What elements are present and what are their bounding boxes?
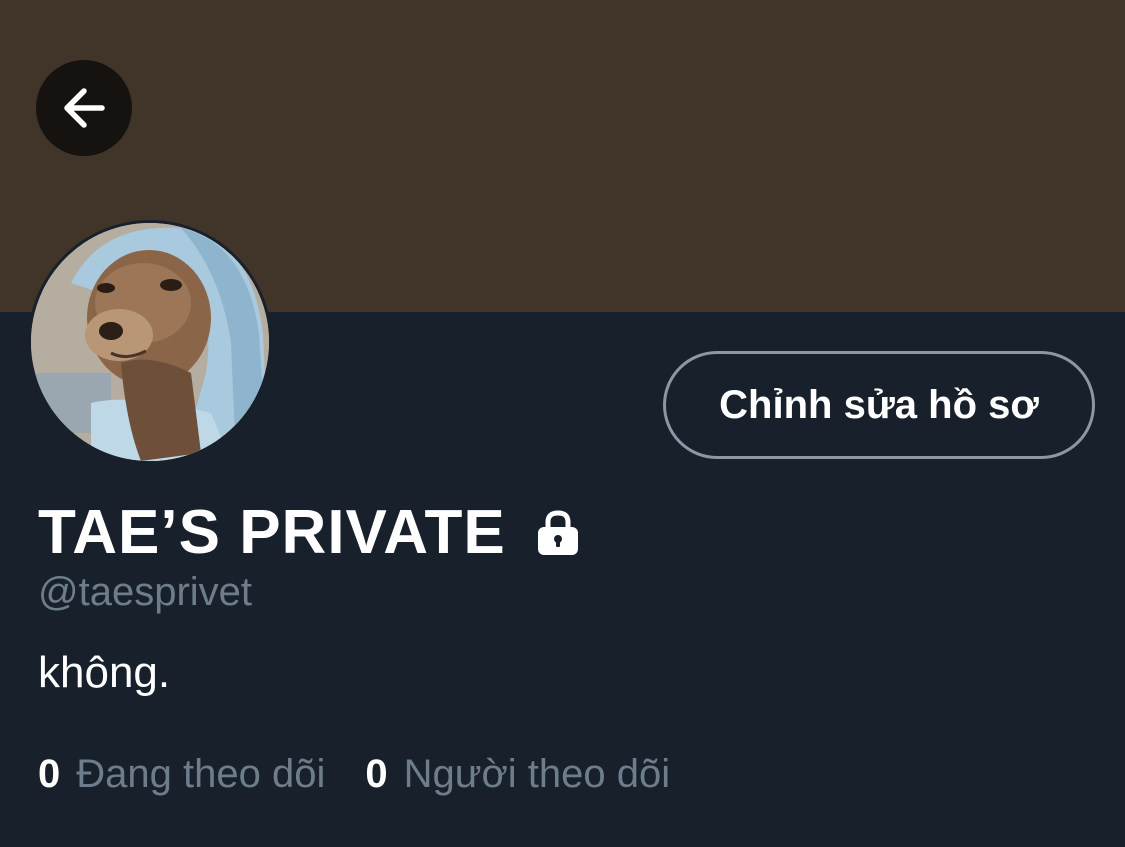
- avatar[interactable]: [28, 220, 272, 464]
- following-count: 0: [38, 752, 61, 796]
- profile-bio: không.: [38, 648, 171, 697]
- following-stat[interactable]: 0 Đang theo dõi: [38, 752, 325, 797]
- edit-profile-button[interactable]: Chỉnh sửa hồ sơ: [663, 351, 1095, 459]
- display-name: TAE’S PRIVATE: [38, 497, 506, 567]
- user-handle: @taesprivet: [38, 570, 253, 614]
- lock-icon: [534, 508, 582, 556]
- profile-stats: 0 Đang theo dõi 0 Người theo dõi: [38, 752, 670, 797]
- followers-count: 0: [365, 752, 388, 796]
- name-row: TAE’S PRIVATE: [38, 496, 582, 568]
- followers-label: Người theo dõi: [403, 752, 671, 796]
- profile-page: Chỉnh sửa hồ sơ TAE’S PRIVATE @taesprive…: [0, 0, 1125, 847]
- following-label: Đang theo dõi: [76, 752, 326, 796]
- avatar-image: [31, 223, 269, 461]
- arrow-left-icon: [64, 88, 105, 128]
- followers-stat[interactable]: 0 Người theo dõi: [365, 752, 670, 797]
- back-button[interactable]: [36, 60, 132, 156]
